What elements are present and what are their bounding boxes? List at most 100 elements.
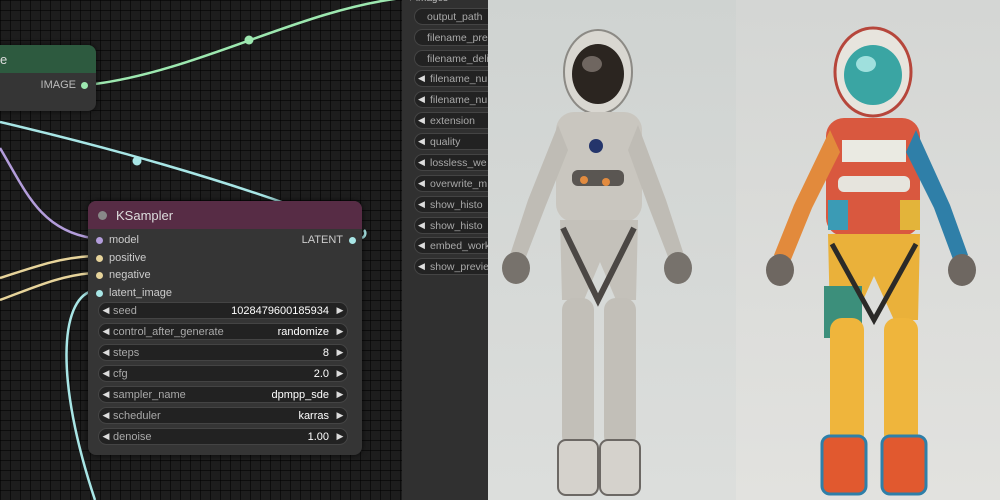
widget-label: filename_pre: [427, 31, 488, 44]
latent-image-slot-dot[interactable]: [96, 289, 103, 297]
widget-label: steps: [113, 346, 140, 359]
decrement-arrow-icon[interactable]: ◀: [99, 368, 113, 379]
filename-number-padding-widget[interactable]: ◀ filename_nu: [414, 70, 488, 87]
input-slot-negative[interactable]: negative: [96, 268, 151, 282]
increment-arrow-icon[interactable]: ▶: [333, 305, 347, 316]
decrement-arrow-icon[interactable]: ◀: [415, 199, 428, 210]
increment-arrow-icon[interactable]: ▶: [333, 368, 347, 379]
widget-label: control_after_generate: [113, 325, 224, 338]
images-input-header: ▾ images: [408, 0, 448, 4]
ksampler-title-bar[interactable]: KSampler: [88, 201, 362, 229]
sampler-name-widget[interactable]: ◀ sampler_name dpmpp_sde ▶: [98, 386, 348, 403]
input-slot-latent-image[interactable]: latent_image: [96, 286, 172, 300]
generated-images: [488, 0, 1000, 500]
lossless-webp-widget[interactable]: ◀ lossless_we: [414, 154, 488, 171]
decrement-arrow-icon[interactable]: ◀: [415, 94, 428, 105]
input-label: model: [109, 234, 139, 246]
images-node-panel[interactable]: ▾ images output_path filename_pre filena…: [402, 0, 488, 500]
denoise-widget[interactable]: ◀ denoise 1.00 ▶: [98, 428, 348, 445]
quality-widget[interactable]: ◀ quality: [414, 133, 488, 150]
widget-label: sampler_name: [113, 388, 186, 401]
widget-label: show_histo: [430, 219, 483, 232]
collapse-triangle-icon[interactable]: ▾: [408, 0, 413, 4]
increment-arrow-icon[interactable]: ▶: [333, 347, 347, 358]
widget-label: output_path: [427, 10, 483, 23]
increment-arrow-icon[interactable]: ▶: [333, 326, 347, 337]
widget-value: 8: [322, 346, 329, 359]
decrement-arrow-icon[interactable]: ◀: [415, 136, 428, 147]
embed-workflow-widget[interactable]: ◀ embed_work: [414, 237, 488, 254]
input-slot-positive[interactable]: positive: [96, 251, 146, 265]
decrement-arrow-icon[interactable]: ◀: [99, 389, 113, 400]
increment-arrow-icon[interactable]: ▶: [333, 389, 347, 400]
filename-number-start-widget[interactable]: ◀ filename_nu: [414, 91, 488, 108]
widget-label: filename_nu: [430, 72, 488, 85]
cfg-widget[interactable]: ◀ cfg 2.0 ▶: [98, 365, 348, 382]
widget-value: dpmpp_sde: [271, 388, 330, 401]
widget-value: 2.0: [313, 367, 329, 380]
save-node-title-text: e: [0, 51, 8, 67]
decrement-arrow-icon[interactable]: ◀: [415, 240, 428, 251]
decrement-arrow-icon[interactable]: ◀: [99, 326, 113, 337]
image-output-dot[interactable]: [81, 81, 88, 89]
output-path-widget[interactable]: output_path: [414, 8, 488, 25]
extension-widget[interactable]: ◀ extension: [414, 112, 488, 129]
widget-label: scheduler: [113, 409, 161, 422]
decrement-arrow-icon[interactable]: ◀: [415, 178, 428, 189]
steps-widget[interactable]: ◀ steps 8 ▶: [98, 344, 348, 361]
widget-label: filename_deli: [427, 52, 488, 65]
output-slot-latent[interactable]: LATENT: [302, 233, 356, 247]
show-previews-widget[interactable]: ◀ show_previe: [414, 258, 488, 275]
input-label: latent_image: [109, 287, 172, 299]
filename-prefix-widget[interactable]: filename_pre: [414, 29, 488, 46]
decrement-arrow-icon[interactable]: ◀: [415, 115, 428, 126]
decrement-arrow-icon[interactable]: ◀: [99, 431, 113, 442]
input-slot-model[interactable]: model: [96, 233, 139, 247]
ksampler-node[interactable]: KSampler model positive negative latent_…: [88, 201, 362, 455]
show-history-by-prefix-widget[interactable]: ◀ show_histo: [414, 217, 488, 234]
widget-label: embed_work: [430, 239, 488, 252]
image-preview[interactable]: [488, 0, 1000, 500]
scheduler-widget[interactable]: ◀ scheduler karras ▶: [98, 407, 348, 424]
decrement-arrow-icon[interactable]: ◀: [99, 305, 113, 316]
save-image-node[interactable]: e IMAGE: [0, 45, 96, 111]
increment-arrow-icon[interactable]: ▶: [333, 431, 347, 442]
decrement-arrow-icon[interactable]: ◀: [415, 261, 428, 272]
decrement-arrow-icon[interactable]: ◀: [415, 73, 428, 84]
collapse-dot-icon[interactable]: [98, 210, 107, 220]
model-slot-dot[interactable]: [96, 236, 103, 244]
widget-label: cfg: [113, 367, 128, 380]
widget-label: filename_nu: [430, 93, 488, 106]
save-node-title[interactable]: e: [0, 45, 96, 73]
images-input-label: images: [416, 0, 448, 4]
input-label: positive: [109, 252, 147, 264]
ksampler-title: KSampler: [116, 207, 174, 223]
widget-label: overwrite_m: [430, 177, 488, 190]
control-after-generate-widget[interactable]: ◀ control_after_generate randomize ▶: [98, 323, 348, 340]
widget-label: lossless_we: [430, 156, 487, 169]
increment-arrow-icon[interactable]: ▶: [333, 410, 347, 421]
input-label: negative: [109, 269, 151, 281]
decrement-arrow-icon[interactable]: ◀: [99, 347, 113, 358]
image-output-label: IMAGE: [40, 79, 76, 91]
widget-value: 1.00: [307, 430, 329, 443]
filename-delimiter-widget[interactable]: filename_deli: [414, 50, 488, 67]
widget-value: 1028479600185934: [231, 304, 329, 317]
latent-output-label: LATENT: [301, 234, 343, 246]
seed-widget[interactable]: ◀ seed 1028479600185934 ▶: [98, 302, 348, 319]
latent-output-dot[interactable]: [349, 236, 356, 244]
show-history-widget[interactable]: ◀ show_histo: [414, 196, 488, 213]
decrement-arrow-icon[interactable]: ◀: [415, 157, 428, 168]
overwrite-mode-widget[interactable]: ◀ overwrite_m: [414, 175, 488, 192]
negative-slot-dot[interactable]: [96, 271, 103, 279]
decrement-arrow-icon[interactable]: ◀: [415, 220, 428, 231]
positive-slot-dot[interactable]: [96, 254, 103, 262]
widget-value: randomize: [277, 325, 329, 338]
decrement-arrow-icon[interactable]: ◀: [99, 410, 113, 421]
widget-label: show_previe: [430, 260, 488, 273]
widget-label: seed: [113, 304, 137, 317]
widget-label: extension: [430, 114, 475, 127]
save-node-output[interactable]: IMAGE: [41, 79, 88, 91]
widget-label: quality: [430, 135, 461, 148]
widget-label: denoise: [113, 430, 152, 443]
